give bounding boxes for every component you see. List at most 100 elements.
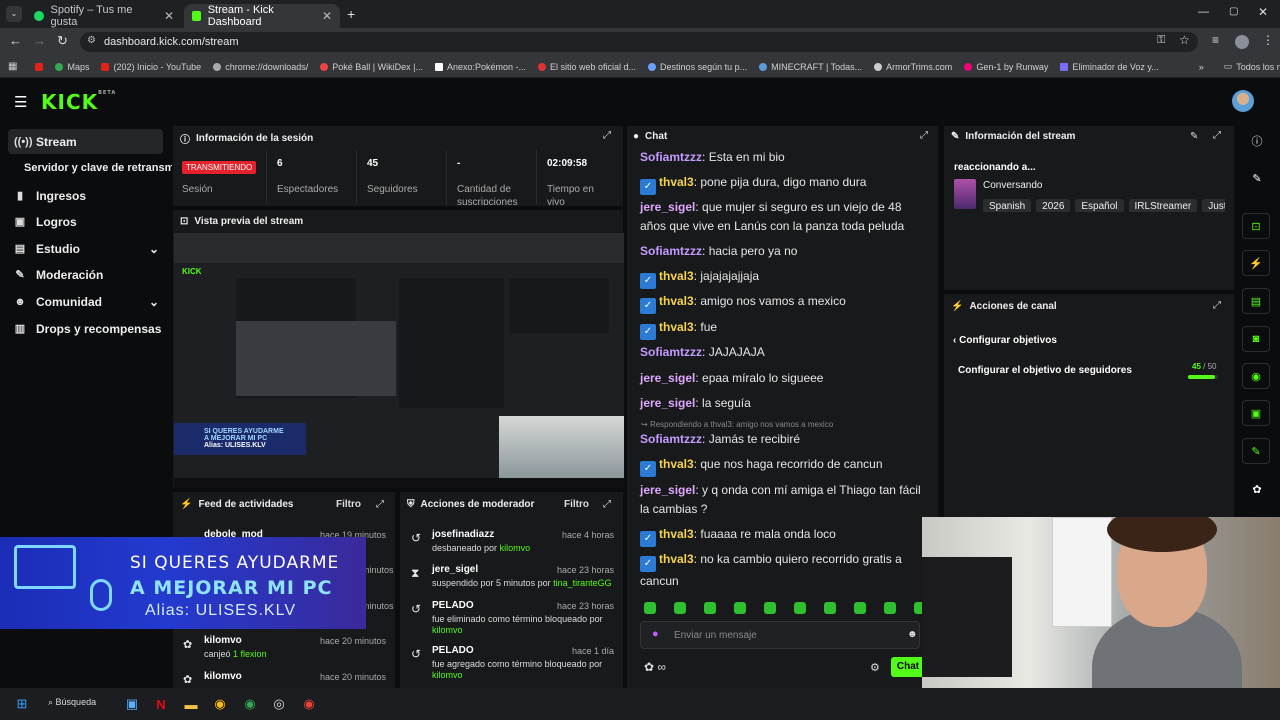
bookmark-star-icon[interactable]: ☆: [1179, 33, 1190, 47]
back-icon[interactable]: ←: [9, 33, 22, 48]
tag-chip[interactable]: JustC: [1202, 199, 1225, 212]
chrome-active-icon[interactable]: ◉: [240, 694, 260, 714]
emote-icon[interactable]: [764, 602, 776, 614]
broadcast-icon[interactable]: ◉: [1242, 363, 1270, 389]
emote-icon[interactable]: [674, 602, 686, 614]
points-icon[interactable]: ✿: [1242, 474, 1272, 504]
file-explorer-icon[interactable]: ▬: [181, 694, 201, 714]
edit-icon[interactable]: ✎: [1242, 163, 1272, 193]
follower-goal-label[interactable]: Configurar el objetivo de seguidores: [958, 365, 1132, 376]
emote-icon[interactable]: [914, 602, 922, 614]
bookmark-item[interactable]: El sitio web oficial d...: [538, 62, 636, 72]
emote-icon[interactable]: [884, 602, 896, 614]
sidebar-item-server-key[interactable]: Servidor y clave de retransmisión: [24, 162, 172, 174]
category-name[interactable]: Conversando: [983, 180, 1042, 191]
expand-icon[interactable]: ⤢: [603, 130, 611, 141]
forward-icon[interactable]: →: [33, 33, 46, 48]
document-icon[interactable]: ▤: [1242, 288, 1270, 314]
maximize-button[interactable]: ▢: [1229, 6, 1238, 17]
chat-send-button[interactable]: Chat: [891, 657, 925, 677]
bookmark-item[interactable]: Gen-1 by Runway: [964, 62, 1048, 72]
minimize-button[interactable]: —: [1198, 6, 1209, 18]
layout-icon[interactable]: ▣: [1242, 400, 1270, 426]
chat-icon[interactable]: ◙: [1242, 326, 1270, 352]
expand-icon[interactable]: ⤢: [376, 499, 384, 510]
bolt-icon[interactable]: ⚡: [1242, 250, 1270, 276]
tag-chip[interactable]: 2026: [1036, 199, 1071, 212]
bookmark-item[interactable]: MINECRAFT | Todas...: [759, 62, 862, 72]
bookmark-item[interactable]: Poké Ball | WikiDex |...: [320, 62, 423, 72]
chrome-profile-icon[interactable]: ◉: [299, 694, 319, 714]
emote-icon[interactable]: [794, 602, 806, 614]
bookmark-item[interactable]: ArmorTrims.com: [874, 62, 952, 72]
user-avatar[interactable]: [1232, 90, 1254, 112]
back-to-goals[interactable]: ‹ Configurar objetivos: [953, 335, 1057, 346]
tab-spotify[interactable]: Spotify – Tus me gusta ✕: [26, 4, 182, 28]
activity-filter-button[interactable]: Filtro: [336, 499, 361, 510]
new-tab-button[interactable]: +: [347, 6, 355, 22]
sidebar-item-ingresos[interactable]: ▮ Ingresos: [8, 183, 163, 208]
sidebar-item-logros[interactable]: ▣ Logros: [8, 209, 163, 234]
wrench-icon: ✎: [15, 269, 25, 281]
close-icon[interactable]: ✕: [322, 9, 332, 23]
sidebar-item-estudio[interactable]: ▤ Estudio ⌄: [8, 236, 163, 261]
wrench-icon[interactable]: ✎: [1242, 438, 1270, 464]
bookmark-item[interactable]: Eliminador de Voz y...: [1060, 62, 1159, 72]
emote-icon[interactable]: [824, 602, 836, 614]
browser-menu-icon[interactable]: ⋮: [1262, 33, 1274, 47]
password-key-icon[interactable]: ⚿: [1157, 34, 1165, 47]
profile-avatar[interactable]: [1235, 35, 1249, 49]
taskbar-search[interactable]: ⌕ Búsqueda: [48, 697, 96, 708]
chat-points-icon[interactable]: ✿ ∞: [644, 660, 666, 674]
stream-title: reaccionando a...: [954, 162, 1036, 173]
bookmark-item[interactable]: chrome://downloads/: [213, 62, 308, 72]
media-control-icon[interactable]: ≡: [1212, 33, 1219, 47]
expand-icon[interactable]: ⤢: [603, 499, 611, 510]
tab-search-button[interactable]: ⌄: [6, 6, 22, 22]
stream-preview-video[interactable]: KICK SI QUERES AYUDARME A MEJORAR MI PC Al…: [174, 233, 624, 488]
expand-icon[interactable]: ⤢: [1213, 130, 1221, 141]
expand-icon[interactable]: ⤢: [1213, 300, 1221, 311]
task-view-icon[interactable]: ▣: [122, 694, 142, 714]
netflix-icon[interactable]: N: [151, 694, 171, 714]
chrome-icon[interactable]: ◉: [210, 694, 230, 714]
window-close-button[interactable]: ✕: [1258, 5, 1268, 19]
emote-icon[interactable]: [704, 602, 716, 614]
bookmark-item[interactable]: Anexo:Pokémon -...: [434, 62, 526, 72]
bookmark-item[interactable]: Destinos según tu p...: [648, 62, 747, 72]
bookmark-item[interactable]: (202) Inicio - YouTube: [101, 62, 201, 72]
sidebar-item-drops[interactable]: ▥ Drops y recompensas: [8, 316, 163, 341]
sidebar-item-stream[interactable]: ((•)) Stream: [8, 129, 163, 154]
close-icon[interactable]: ✕: [164, 9, 174, 23]
kick-logo[interactable]: KICKBETA: [41, 90, 116, 114]
bookmarks-folder[interactable]: ▭Todos los marcadores: [1224, 61, 1280, 72]
emote-icon[interactable]: [854, 602, 866, 614]
tag-chip[interactable]: IRLStreamer: [1128, 199, 1198, 212]
address-bar[interactable]: ⚙ dashboard.kick.com/stream: [80, 32, 1198, 52]
mic-icon[interactable]: ●: [652, 628, 659, 640]
hamburger-menu-icon[interactable]: ☰: [14, 93, 27, 111]
sidebar-item-comunidad[interactable]: ☻ Comunidad ⌄: [8, 289, 163, 314]
mod-filter-button[interactable]: Filtro: [564, 499, 589, 510]
windows-start-icon[interactable]: ⊞: [12, 694, 32, 714]
emote-icon[interactable]: [734, 602, 746, 614]
emote-icon[interactable]: [644, 602, 656, 614]
edit-pencil-icon[interactable]: ✎: [1190, 131, 1198, 142]
camera-focus-icon[interactable]: ⊡: [1242, 213, 1270, 239]
tag-chip[interactable]: Spanish: [983, 199, 1032, 212]
tab-kick-dashboard[interactable]: Stream - Kick Dashboard ✕: [184, 4, 340, 28]
chat-settings-icon[interactable]: ⚙: [870, 661, 880, 674]
obs-icon[interactable]: ◎: [269, 694, 289, 714]
expand-icon[interactable]: ⤢: [920, 130, 928, 141]
apps-grid-icon[interactable]: ▦: [8, 61, 17, 72]
site-info-icon[interactable]: ⚙: [87, 35, 96, 46]
emoji-icon[interactable]: ☻: [907, 629, 918, 640]
bookmark-youtube-icon[interactable]: [35, 62, 44, 71]
reload-icon[interactable]: ↻: [57, 33, 68, 49]
sidebar-item-moderacion[interactable]: ✎ Moderación: [8, 262, 163, 287]
info-icon[interactable]: ⓘ: [1242, 126, 1272, 156]
chat-input[interactable]: ● Enviar un mensaje ☻: [640, 621, 920, 649]
bookmark-item[interactable]: Maps: [55, 62, 89, 72]
bookmarks-overflow-icon[interactable]: »: [1199, 62, 1204, 72]
tag-chip[interactable]: Español: [1075, 199, 1124, 212]
